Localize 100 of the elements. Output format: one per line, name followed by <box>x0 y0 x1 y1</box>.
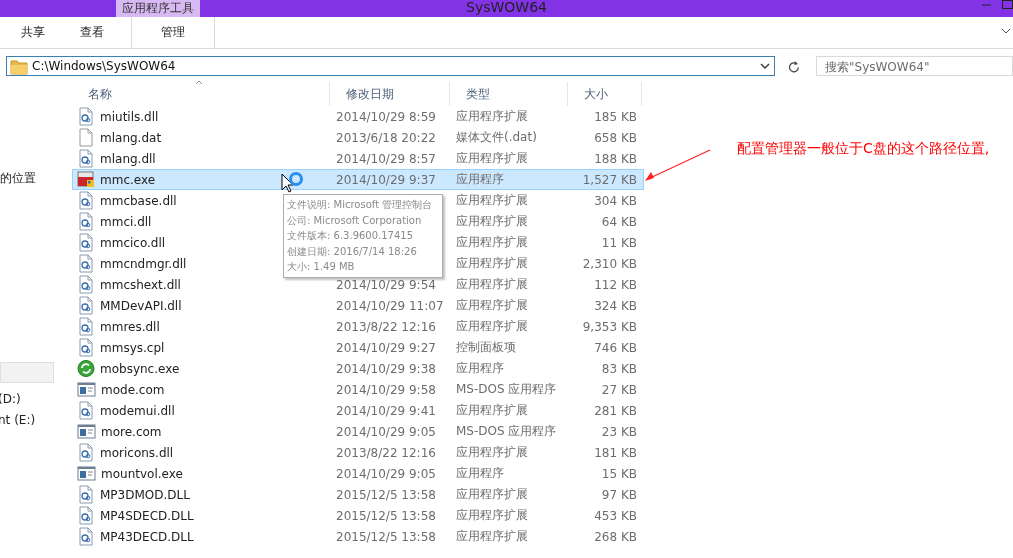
search-field[interactable]: 搜索"SysWOW64" <box>816 56 1013 76</box>
file-date: 2013/8/22 12:16 <box>335 319 437 334</box>
file-date: 2014/10/29 9:27 <box>335 340 437 355</box>
dll-file-icon <box>77 527 95 546</box>
file-date: 2015/12/5 13:58 <box>335 508 437 523</box>
file-type: 控制面板项 <box>455 339 517 356</box>
refresh-icon[interactable] <box>787 59 800 73</box>
column-header[interactable]: 名称 <box>72 82 330 106</box>
file-name: mlang.dat <box>100 130 162 145</box>
file-size: 2,310 KB <box>581 256 638 271</box>
file-type: 媒体文件(.dat) <box>455 129 538 146</box>
file-size: 64 KB <box>600 214 638 229</box>
file-type: 应用程序扩展 <box>455 213 529 230</box>
file-size: 112 KB <box>593 277 638 292</box>
file-date: 2014/10/29 8:57 <box>335 151 437 166</box>
file-name: mmcico.dll <box>100 235 166 250</box>
file-type: 应用程序扩展 <box>455 255 529 272</box>
file-date: 2014/10/29 9:41 <box>335 403 437 418</box>
tooltip-line: 文件说明: Microsoft 管理控制台 <box>287 198 434 212</box>
dll-file-icon <box>77 107 95 126</box>
file-name: MP43DECD.DLL <box>100 529 194 544</box>
file-name: mmsys.cpl <box>100 340 165 355</box>
file-name: more.com <box>101 424 162 439</box>
file-name: mmcndmgr.dll <box>100 256 187 271</box>
file-type: 应用程序扩展 <box>455 402 529 419</box>
file-size: 23 KB <box>600 424 638 439</box>
file-size: 11 KB <box>600 235 638 250</box>
file-size: 268 KB <box>593 529 638 544</box>
selected-file-row[interactable]: mmc.exe 2014/10/29 9:37 应用程序 1,527 KB <box>72 169 644 190</box>
file-date: 2013/6/18 20:22 <box>335 130 437 145</box>
folder-icon <box>10 57 28 75</box>
file-name: mmci.dll <box>100 214 152 229</box>
file-name: moricons.dll <box>100 445 174 460</box>
file-date: 2013/8/22 12:16 <box>335 445 437 460</box>
file-type: 应用程序扩展 <box>455 108 529 125</box>
file-size: 83 KB <box>600 361 638 376</box>
file-type: 应用程序 <box>455 360 505 377</box>
annotation-arrow <box>645 149 711 181</box>
ribbon-tab[interactable]: 共享 <box>7 17 59 48</box>
file-size: 97 KB <box>600 487 638 502</box>
file-date: 2014/10/29 9:05 <box>335 424 437 439</box>
file-size: 453 KB <box>593 508 638 523</box>
file-date: 2015/12/5 13:58 <box>335 529 437 544</box>
dll-file-icon <box>77 254 95 273</box>
file-date: 2014/10/29 9:37 <box>335 172 437 187</box>
column-header[interactable]: 修改日期 <box>330 82 450 106</box>
file-name: MP3DMOD.DLL <box>100 487 190 502</box>
file-type: MS-DOS 应用程序 <box>455 423 558 440</box>
window-title: SysWOW64 <box>466 0 547 15</box>
file-name: mmres.dll <box>100 319 160 334</box>
file-size: 324 KB <box>593 298 638 313</box>
file-name: mmcbase.dll <box>100 193 177 208</box>
file-name: mobsync.exe <box>100 361 180 376</box>
dll-file-icon <box>77 212 95 231</box>
file-date: 2015/12/5 13:58 <box>335 487 437 502</box>
file-name: MP4SDECD.DLL <box>100 508 194 523</box>
dll-file-icon <box>77 506 95 525</box>
column-header[interactable]: 类型 <box>450 82 568 106</box>
file-type: 应用程序扩展 <box>455 318 529 335</box>
file-name: MMDevAPI.dll <box>100 298 182 313</box>
nav-item[interactable]: 的位置 <box>0 170 36 187</box>
dll-file-icon <box>77 401 95 420</box>
file-type: 应用程序扩展 <box>455 444 529 461</box>
file-size: 181 KB <box>593 445 638 460</box>
busy-icon <box>288 171 304 187</box>
ribbon-tab[interactable]: 管理 <box>131 17 215 48</box>
maximize-icon[interactable] <box>1002 0 1013 10</box>
chevron-down-icon[interactable] <box>1001 28 1011 35</box>
annotation-text: 配置管理器一般位于C盘的这个路径位置, <box>737 140 991 157</box>
address-bar[interactable]: C:\Windows\SysWOW64 <box>6 56 776 76</box>
dll-file-icon <box>77 275 95 294</box>
file-date: 2014/10/29 8:59 <box>335 109 437 124</box>
file-size: 1,527 KB <box>581 172 638 187</box>
file-size: 281 KB <box>593 403 638 418</box>
file-size: 15 KB <box>600 466 638 481</box>
file-name: mmcshext.dll <box>100 277 181 292</box>
file-type: 应用程序 <box>455 171 505 188</box>
file-date: 2014/10/29 9:58 <box>335 382 437 397</box>
dropdown-caret-icon[interactable] <box>760 62 771 70</box>
file-type: 应用程序扩展 <box>455 297 529 314</box>
dll-file-icon <box>77 338 95 357</box>
sync-icon <box>77 359 95 378</box>
file-size: 304 KB <box>593 193 638 208</box>
file-date: 2014/10/29 9:38 <box>335 361 437 376</box>
tooltip-line: 大小: 1.49 MB <box>287 260 356 274</box>
ribbon-tab[interactable]: 查看 <box>66 17 118 48</box>
column-header[interactable]: 大小 <box>568 82 642 106</box>
file-size: 188 KB <box>593 151 638 166</box>
dll-file-icon <box>77 191 95 210</box>
file-name: modemui.dll <box>100 403 175 418</box>
file-name: mmc.exe <box>100 172 156 187</box>
file-type: 应用程序扩展 <box>455 528 529 545</box>
file-type: 应用程序扩展 <box>455 507 529 524</box>
console-window-icon <box>77 170 95 189</box>
file-type: 应用程序扩展 <box>455 276 529 293</box>
file-name: mountvol.exe <box>101 466 183 481</box>
file-name: miutils.dll <box>100 109 159 124</box>
program-window-icon <box>77 464 96 483</box>
blank-file-icon <box>77 128 95 147</box>
program-window-icon <box>77 380 96 399</box>
